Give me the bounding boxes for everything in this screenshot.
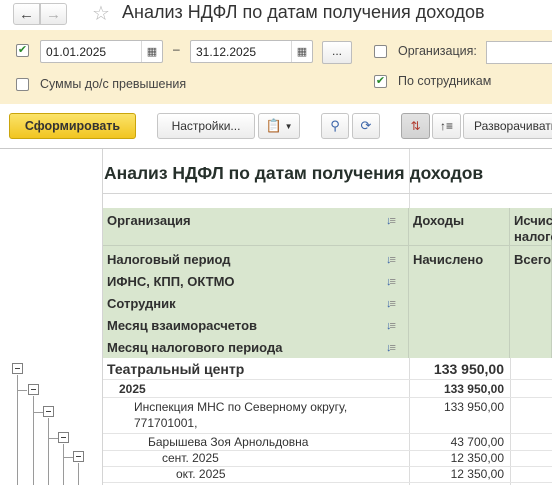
collapse-icon[interactable] [28,384,39,395]
tree-line [78,463,79,485]
arrow-left-icon: ← [19,5,34,23]
variants-button[interactable]: 📋 ▼ [258,113,300,139]
report-title: Анализ НДФЛ по датам получения доходов [104,163,484,183]
by-employees-label: По сотрудникам [398,74,492,88]
header-tax-period-month: Месяц налогового периода [107,340,283,355]
table-row[interactable]: 2025 133 950,00 [103,380,552,398]
collapse-icon[interactable] [73,451,84,462]
header-total: Всего [514,252,552,267]
sort-icon[interactable]: ↓≡ [386,298,396,310]
tree-line [63,457,73,458]
header-employee: Сотрудник [107,296,176,311]
excess-amounts-label: Суммы до/с превышения [40,77,187,91]
row-label: окт. 2025 [176,467,226,481]
tree-line [48,438,58,439]
find-next-button[interactable]: ⟳ [352,113,380,139]
sort-icon[interactable]: ↓≡ [386,215,396,227]
organization-label: Организация: [398,44,477,58]
outline-gutter [0,149,103,485]
collapse-icon[interactable] [12,363,23,374]
title-bar: ← → ☆ Анализ НДФЛ по датам получения дох… [0,0,552,30]
sort-icon[interactable]: ↓≡ [386,320,396,332]
table-row[interactable]: Инспекция МНС по Северному округу, 77170… [103,398,552,434]
sort-ascending-icon: ↑≡ [439,119,453,133]
header-calculated-tax: Исчис налого [514,213,552,244]
tree-line [63,444,64,485]
date-to-value: 31.12.2025 [196,45,257,59]
period-select-button[interactable]: ... [322,41,352,64]
tree-line [17,390,27,391]
header-settlement-month: Месяц взаиморасчетов [107,318,257,333]
parameters-panel: ✔ 01.01.2025 ▦ – 31.12.2025 ▦ ... Органи… [0,30,552,104]
date-separator: – [173,42,180,56]
report-variant-icon: 📋 [265,118,282,133]
forward-button[interactable]: → [40,3,67,25]
report-grid[interactable]: Анализ НДФЛ по датам получения доходов О… [0,148,552,485]
sort-asc-button[interactable]: ↑≡ [432,113,461,139]
row-value: 133 950,00 [443,382,504,396]
row-value: 133 950,00 [443,400,504,414]
organization-field[interactable] [486,41,552,64]
row-label: Театральный центр [107,361,245,377]
header-tax-period: Налоговый период [107,252,231,267]
header-divider [103,245,552,246]
title-divider [103,193,552,194]
search-refresh-icon: ⟳ [360,118,372,133]
date-from-field[interactable]: 01.01.2025 ▦ [40,40,163,63]
row-label: Инспекция МНС по Северному округу, [134,400,348,414]
date-from-value: 01.01.2025 [46,45,107,59]
header-ifns: ИФНС, КПП, ОКТМО [107,274,235,289]
tree-line [33,396,34,485]
income-header-cell [409,208,510,358]
sort-icon[interactable]: ↓≡ [386,254,396,266]
arrow-right-icon: → [46,5,61,23]
tree-line [33,412,43,413]
search-button[interactable]: ⚲ [321,113,349,139]
title-col-divider [409,149,410,209]
sort-descending-icon: ⇅ [410,119,421,133]
tree-line [17,375,18,485]
settings-button[interactable]: Настройки... [157,113,255,139]
period-checkbox[interactable]: ✔ [16,44,29,57]
generate-button[interactable]: Сформировать [9,113,136,139]
row-label-line2: 771701001, [134,416,198,430]
row-value: 12 350,00 [450,451,504,465]
row-value: 133 950,00 [433,361,504,377]
row-value: 12 350,00 [450,467,504,481]
organization-checkbox[interactable] [374,45,387,58]
chevron-down-icon: ▼ [284,121,293,131]
by-employees-checkbox[interactable]: ✔ [374,75,387,88]
command-bar: Сформировать Настройки... 📋 ▼ ⚲ ⟳ ⇅ ↑≡ Р… [0,104,552,148]
row-label: 2025 [119,382,146,396]
back-button[interactable]: ← [13,3,40,25]
header-organization: Организация [107,213,191,228]
calendar-icon[interactable]: ▦ [291,41,312,62]
search-icon: ⚲ [330,118,340,133]
table-row[interactable]: Барышева Зоя Арнольдовна 43 700,00 [103,434,552,451]
excess-amounts-checkbox[interactable] [16,78,29,91]
tree-line [48,418,49,485]
header-accrued: Начислено [413,252,484,267]
row-label: сент. 2025 [162,451,219,465]
page-title: Анализ НДФЛ по датам получения доходов [122,2,485,22]
row-value: 43 700,00 [450,435,504,449]
star-icon[interactable]: ☆ [92,1,110,26]
collapse-icon[interactable] [43,406,54,417]
calendar-icon[interactable]: ▦ [141,41,162,62]
expand-button[interactable]: Разворачивать [463,113,552,139]
sort-icon[interactable]: ↓≡ [386,276,396,288]
table-row[interactable]: сент. 2025 12 350,00 [103,451,552,467]
sort-icon[interactable]: ↓≡ [386,342,396,354]
collapse-icon[interactable] [58,432,69,443]
table-row[interactable]: Театральный центр 133 950,00 [103,358,552,380]
row-label: Барышева Зоя Арнольдовна [148,435,309,449]
table-row[interactable]: окт. 2025 12 350,00 [103,467,552,483]
header-income: Доходы [413,213,465,228]
sort-desc-button[interactable]: ⇅ [401,113,430,139]
date-to-field[interactable]: 31.12.2025 ▦ [190,40,313,63]
